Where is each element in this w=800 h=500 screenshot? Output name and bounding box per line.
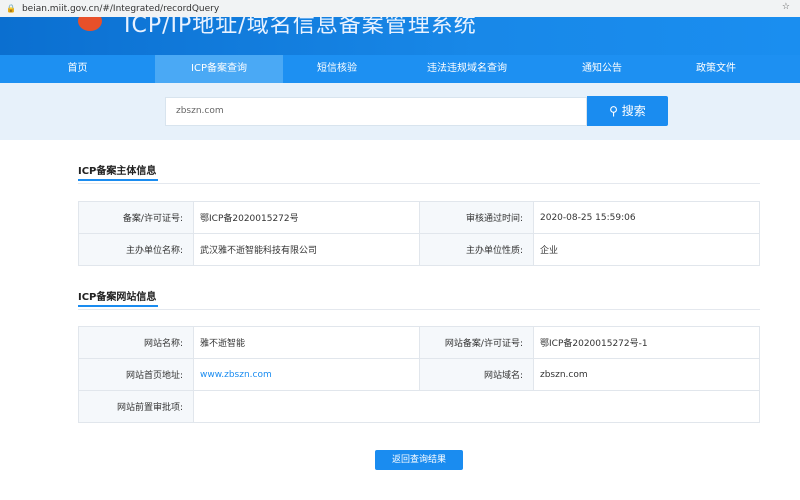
emblem-logo [78,17,102,31]
url-text[interactable]: beian.miit.gov.cn/#/Integrated/recordQue… [22,4,219,14]
main-nav: 首页 ICP备案查询 短信核验 违法违规域名查询 通知公告 政策文件 [0,55,800,83]
label: 审核通过时间: [419,201,534,234]
divider [78,309,760,310]
search-icon: ⚲ [609,104,618,118]
nav-illegal-domain-query[interactable]: 违法违规域名查询 [391,55,543,83]
back-to-results-button[interactable]: 返回查询结果 [375,450,463,470]
section-title-subject: ICP备案主体信息 [78,162,158,181]
label: 网站备案/许可证号: [419,326,534,359]
homepage-link[interactable]: www.zbszn.com [200,370,272,380]
section-title-site: ICP备案网站信息 [78,288,158,307]
table-row: 网站首页地址: www.zbszn.com 网站域名: zbszn.com [78,358,760,391]
value [193,390,760,423]
value: 武汉雅不逝智能科技有限公司 [193,233,420,266]
label: 网站名称: [78,326,194,359]
nav-icp-query[interactable]: ICP备案查询 [155,55,283,83]
table-row: 网站名称: 雅不逝智能 网站备案/许可证号: 鄂ICP备2020015272号-… [78,326,760,359]
table-row: 主办单位名称: 武汉雅不逝智能科技有限公司 主办单位性质: 企业 [78,233,760,266]
label: 网站首页地址: [78,358,194,391]
site-header: ICP/IP地址/域名信息备案管理系统 [0,17,800,55]
address-bar[interactable]: 🔒 beian.miit.gov.cn/#/Integrated/recordQ… [0,0,800,17]
table-row: 网站前置审批项: [78,390,760,423]
search-button[interactable]: ⚲ 搜索 [587,96,668,126]
subject-info-table: 备案/许可证号: 鄂ICP备2020015272号 审核通过时间: 2020-0… [78,201,760,266]
label: 主办单位性质: [419,233,534,266]
label: 网站域名: [419,358,534,391]
nav-policy[interactable]: 政策文件 [661,55,771,83]
value: 鄂ICP备2020015272号-1 [533,326,760,359]
value: zbszn.com [533,358,760,391]
value: 鄂ICP备2020015272号 [193,201,420,234]
label: 备案/许可证号: [78,201,194,234]
search-input[interactable]: zbszn.com [165,97,587,126]
value: 2020-08-25 15:59:06 [533,201,760,234]
bookmark-star-icon[interactable]: ☆ [782,2,790,12]
search-button-label: 搜索 [621,104,646,118]
value: 雅不逝智能 [193,326,420,359]
label: 网站前置审批项: [78,390,194,423]
lock-icon: 🔒 [6,4,16,13]
nav-home[interactable]: 首页 [0,55,155,83]
label: 主办单位名称: [78,233,194,266]
site-info-table: 网站名称: 雅不逝智能 网站备案/许可证号: 鄂ICP备2020015272号-… [78,326,760,423]
value: 企业 [533,233,760,266]
divider [78,183,760,184]
nav-sms-verify[interactable]: 短信核验 [283,55,391,83]
nav-notices[interactable]: 通知公告 [543,55,661,83]
table-row: 备案/许可证号: 鄂ICP备2020015272号 审核通过时间: 2020-0… [78,201,760,234]
site-title: ICP/IP地址/域名信息备案管理系统 [124,17,477,38]
